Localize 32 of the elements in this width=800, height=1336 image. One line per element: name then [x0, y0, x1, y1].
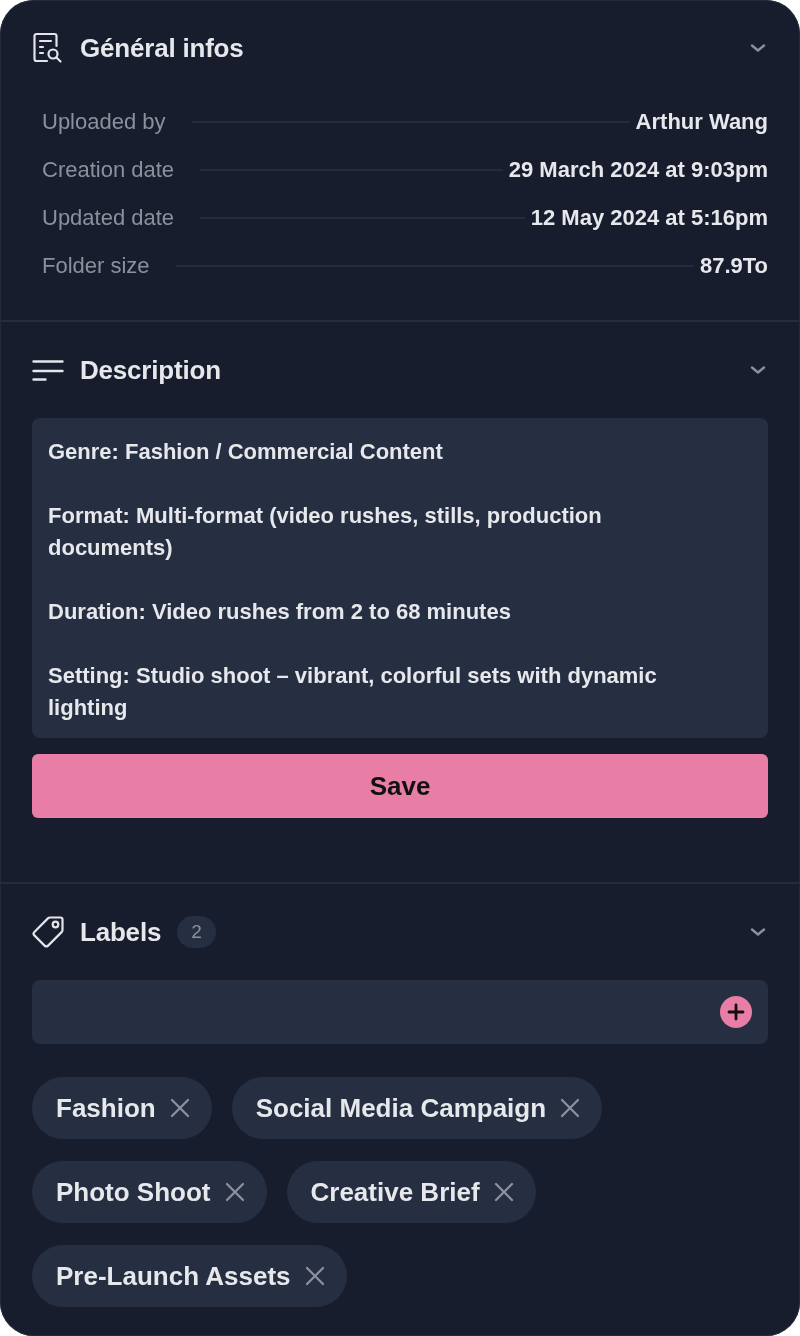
save-button[interactable]: Save [32, 754, 768, 818]
chevron-icon[interactable] [750, 43, 766, 53]
description-field[interactable]: Genre: Fashion / Commercial Content Format: Multi-format (video rushes, stills, production documents) Duration: Video rushes from 2 to 68 minutes Setting: Studio shoot – vibrant, colorful sets with dynamic lighting [32, 418, 768, 738]
label-chip[interactable]: Photo Shoot [32, 1161, 267, 1223]
info-value: 87.9To [699, 253, 768, 279]
close-icon[interactable] [224, 1182, 245, 1202]
section-title: Général infos [80, 32, 244, 64]
close-icon[interactable] [304, 1266, 325, 1286]
info-label: Uploaded by [42, 109, 166, 135]
info-label: Folder size [42, 253, 150, 279]
chevron-icon[interactable] [750, 927, 766, 937]
section-title: Description [80, 354, 221, 386]
info-value: 29 March 2024 at 9:03pm [508, 157, 768, 183]
document-search-icon [32, 32, 64, 64]
text-lines-icon [32, 359, 64, 381]
info-value: 12 May 2024 at 5:16pm [530, 205, 768, 231]
tag-icon [32, 916, 64, 948]
close-icon[interactable] [493, 1182, 514, 1202]
label-input-field[interactable] [32, 980, 768, 1044]
plus-icon[interactable] [720, 996, 752, 1028]
close-icon[interactable] [560, 1098, 581, 1118]
count-badge: 2 [177, 916, 216, 948]
chevron-icon[interactable] [750, 365, 766, 375]
close-icon[interactable] [169, 1098, 190, 1118]
info-label: Updated date [42, 205, 175, 231]
label-chip[interactable]: Pre-Launch Assets [32, 1245, 347, 1307]
section-title: Labels [80, 916, 162, 948]
info-value: Arthur Wang [635, 109, 768, 135]
label-chip[interactable]: Fashion [32, 1077, 212, 1139]
label-chip[interactable]: Social Media Campaign [231, 1077, 603, 1139]
info-label: Creation date [42, 157, 175, 183]
label-chip[interactable]: Creative Brief [286, 1161, 536, 1223]
